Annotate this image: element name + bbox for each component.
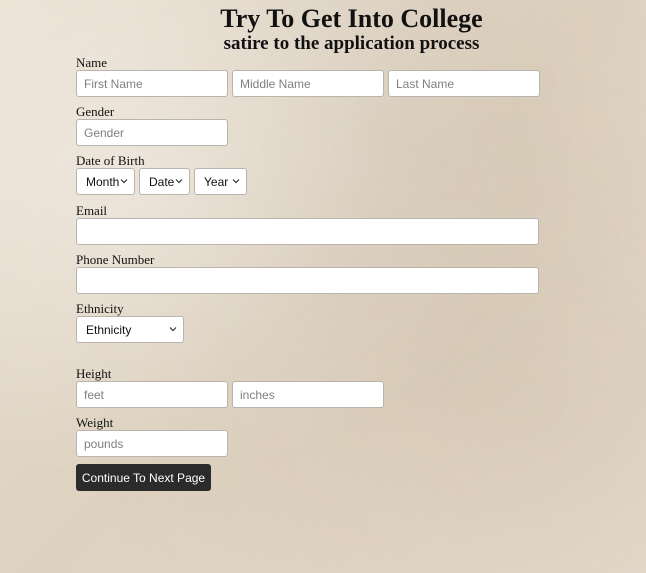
dob-date-select[interactable]: Date <box>139 168 190 195</box>
dob-year-value: Year <box>204 174 229 189</box>
weight-input[interactable] <box>76 430 228 457</box>
phone-label: Phone Number <box>76 252 155 267</box>
chevron-down-icon <box>120 179 128 184</box>
height-inches-input[interactable] <box>232 381 384 408</box>
height-feet-input[interactable] <box>76 381 228 408</box>
ethnicity-value: Ethnicity <box>86 322 132 337</box>
dob-month-value: Month <box>86 174 120 189</box>
name-label: Name <box>76 55 108 70</box>
dob-date-value: Date <box>149 174 175 189</box>
gender-label: Gender <box>76 104 115 119</box>
page-title: Try To Get Into College <box>220 4 483 33</box>
weight-label: Weight <box>76 415 114 430</box>
dob-month-select[interactable]: Month <box>76 168 135 195</box>
last-name-input[interactable] <box>388 70 540 97</box>
height-label: Height <box>76 366 112 381</box>
chevron-down-icon <box>175 179 183 184</box>
continue-button[interactable]: Continue To Next Page <box>76 464 211 491</box>
phone-field[interactable] <box>76 267 539 294</box>
middle-name-input[interactable] <box>232 70 384 97</box>
chevron-down-icon <box>232 179 240 184</box>
chevron-down-icon <box>169 327 177 332</box>
email-label: Email <box>76 203 108 218</box>
page-subtitle: satire to the application process <box>223 33 480 54</box>
first-name-input[interactable] <box>76 70 228 97</box>
ethnicity-select[interactable]: Ethnicity <box>76 316 184 343</box>
dob-label: Date of Birth <box>76 153 145 168</box>
email-field[interactable] <box>76 218 539 245</box>
dob-year-select[interactable]: Year <box>194 168 247 195</box>
gender-input[interactable] <box>76 119 228 146</box>
ethnicity-label: Ethnicity <box>76 301 124 316</box>
